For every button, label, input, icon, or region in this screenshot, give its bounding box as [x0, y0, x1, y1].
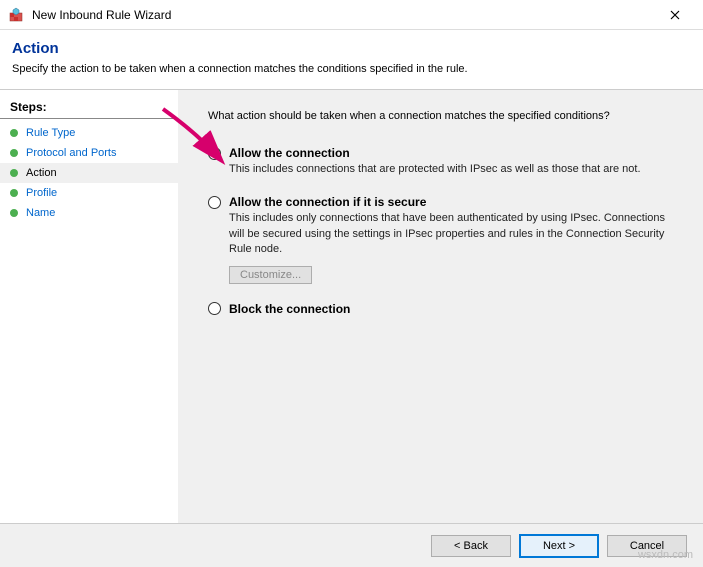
next-button[interactable]: Next >	[519, 534, 599, 558]
bullet-icon	[10, 169, 18, 177]
bullet-icon	[10, 129, 18, 137]
step-label: Rule Type	[26, 127, 75, 139]
steps-title: Steps:	[0, 96, 178, 119]
option-allow-connection: Allow the connection This includes conne…	[208, 146, 683, 177]
option-desc: This includes only connections that have…	[229, 211, 683, 257]
action-question: What action should be taken when a conne…	[208, 110, 683, 122]
firewall-icon	[8, 7, 24, 23]
option-allow-if-secure: Allow the connection if it is secure Thi…	[208, 195, 683, 283]
step-label: Profile	[26, 187, 57, 199]
step-rule-type[interactable]: Rule Type	[0, 123, 178, 143]
step-label: Name	[26, 207, 55, 219]
option-row[interactable]: Allow the connection	[208, 146, 683, 160]
window-title: New Inbound Rule Wizard	[32, 8, 655, 22]
radio-allow[interactable]	[208, 147, 221, 160]
titlebar: New Inbound Rule Wizard	[0, 0, 703, 30]
radio-block[interactable]	[208, 302, 221, 315]
option-label: Block the connection	[229, 302, 350, 316]
customize-button: Customize...	[229, 266, 312, 284]
close-button[interactable]	[655, 1, 695, 29]
bullet-icon	[10, 189, 18, 197]
radio-allow-secure[interactable]	[208, 196, 221, 209]
steps-panel: Steps: Rule Type Protocol and Ports Acti…	[0, 90, 178, 526]
back-button[interactable]: < Back	[431, 535, 511, 557]
step-label: Protocol and Ports	[26, 147, 117, 159]
bullet-icon	[10, 209, 18, 217]
step-label: Action	[26, 167, 57, 179]
page-title: Action	[12, 40, 691, 57]
content-panel: What action should be taken when a conne…	[178, 90, 703, 526]
bullet-icon	[10, 149, 18, 157]
option-label: Allow the connection if it is secure	[229, 195, 426, 209]
step-profile[interactable]: Profile	[0, 183, 178, 203]
step-name[interactable]: Name	[0, 203, 178, 223]
option-row[interactable]: Block the connection	[208, 302, 683, 316]
step-action[interactable]: Action	[0, 163, 178, 183]
option-row[interactable]: Allow the connection if it is secure	[208, 195, 683, 209]
option-label: Allow the connection	[229, 146, 350, 160]
step-protocol-and-ports[interactable]: Protocol and Ports	[0, 143, 178, 163]
watermark: wsxdn.com	[638, 549, 693, 561]
page-subtitle: Specify the action to be taken when a co…	[12, 63, 691, 75]
option-block-connection: Block the connection	[208, 302, 683, 316]
header-section: Action Specify the action to be taken wh…	[0, 30, 703, 89]
wizard-body: Steps: Rule Type Protocol and Ports Acti…	[0, 90, 703, 526]
footer: < Back Next > Cancel	[0, 523, 703, 567]
option-desc: This includes connections that are prote…	[229, 162, 683, 177]
